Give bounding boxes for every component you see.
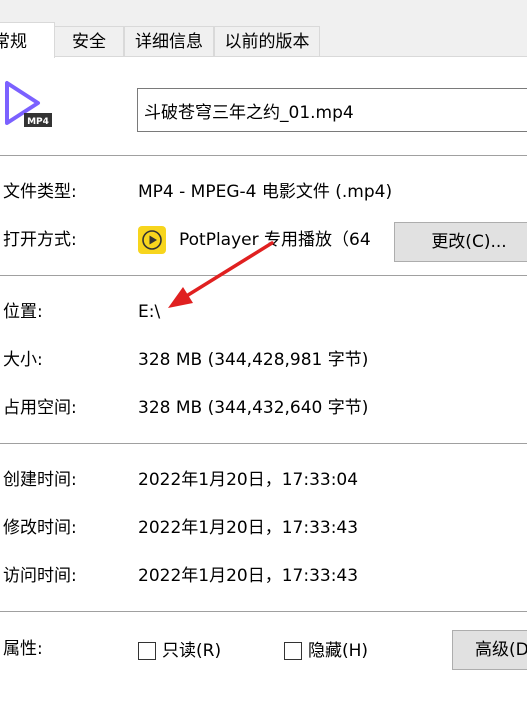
modified-value: 2022年1月20日，17:33:43 <box>138 518 359 538</box>
readonly-label[interactable]: 只读(R) <box>162 640 221 662</box>
created-label: 创建时间: <box>3 470 77 490</box>
properties-dialog: 安全 详细信息 以前的版本 常规 MP4 文件类型: MP4 - MPEG-4 … <box>0 0 527 707</box>
opens-with-value: PotPlayer 专用播放（64 <box>179 230 371 250</box>
hidden-checkbox[interactable] <box>284 642 302 660</box>
mp4-file-icon: MP4 <box>2 79 54 131</box>
location-value: E:\ <box>138 302 161 322</box>
size-label: 大小: <box>3 350 43 370</box>
separator <box>0 155 527 156</box>
filename-input[interactable] <box>137 88 527 132</box>
separator <box>0 275 527 276</box>
size-on-disk-value: 328 MB (344,432,640 字节) <box>138 398 369 418</box>
modified-label: 修改时间: <box>3 518 77 538</box>
size-value: 328 MB (344,428,981 字节) <box>138 350 369 370</box>
change-button[interactable]: 更改(C)... <box>394 222 527 262</box>
accessed-label: 访问时间: <box>3 566 77 586</box>
tab-general[interactable]: 常规 <box>0 22 55 58</box>
tab-security[interactable]: 安全 <box>54 26 124 57</box>
readonly-checkbox[interactable] <box>138 642 156 660</box>
separator <box>0 443 527 444</box>
type-label: 文件类型: <box>3 182 77 202</box>
hidden-label[interactable]: 隐藏(H) <box>308 640 368 662</box>
size-on-disk-label: 占用空间: <box>3 398 77 418</box>
tab-details[interactable]: 详细信息 <box>124 26 214 57</box>
tab-previous-versions[interactable]: 以前的版本 <box>214 26 320 57</box>
attributes-label: 属性: <box>3 639 43 659</box>
location-label: 位置: <box>3 302 43 322</box>
opens-with-label: 打开方式: <box>3 230 77 250</box>
tab-divider <box>0 56 527 57</box>
advanced-button[interactable]: 高级(D)... <box>452 630 527 670</box>
file-badge-text: MP4 <box>27 117 49 127</box>
type-value: MP4 - MPEG-4 电影文件 (.mp4) <box>138 182 393 202</box>
tab-bar: 安全 详细信息 以前的版本 常规 <box>0 0 527 58</box>
accessed-value: 2022年1月20日，17:33:43 <box>138 566 359 586</box>
separator <box>0 611 527 612</box>
created-value: 2022年1月20日，17:33:04 <box>138 470 359 490</box>
potplayer-icon <box>138 226 166 254</box>
